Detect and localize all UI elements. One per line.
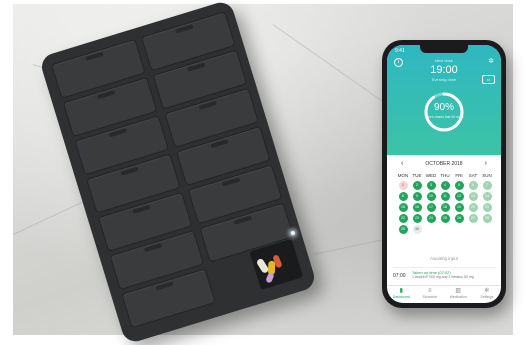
- compartment-grip: [120, 166, 139, 176]
- dose-entry[interactable]: 07:00 Taken on time (07:02) 1 Aspirin® 5…: [393, 267, 497, 284]
- calendar-day-empty: [455, 225, 464, 234]
- compartment-grip: [97, 90, 116, 100]
- calendar-day-empty: [483, 225, 492, 234]
- tab-bar: ▮ Dashboard ≡ Schedule ▥ Medication ✲ Settings: [387, 285, 501, 303]
- compartment-grip: [233, 215, 253, 225]
- compartment-grip: [132, 204, 151, 214]
- calendar-day[interactable]: 23: [412, 214, 422, 223]
- next-dose-label: Next dose: [434, 58, 453, 63]
- calendar-day-empty: [469, 225, 478, 234]
- calendar-day[interactable]: 24: [426, 214, 436, 223]
- weekday-label: FRI: [455, 173, 463, 178]
- compartment-grip: [222, 177, 241, 187]
- calendar-day[interactable]: 16: [412, 203, 422, 212]
- tab-label: Settings: [480, 295, 494, 299]
- weekday-label: SUN: [482, 173, 492, 178]
- weekday-header: MON TUE WED THU FRI SAT SUN: [397, 173, 493, 180]
- calendar-day[interactable]: 4: [440, 181, 450, 190]
- status-time: 9:41: [395, 48, 405, 54]
- compartment-grip: [108, 128, 128, 138]
- compartment-grip: [85, 51, 104, 61]
- compartment-grip: [198, 100, 218, 110]
- calendar-day[interactable]: 30: [412, 225, 422, 234]
- calendar-day[interactable]: 8: [398, 192, 408, 201]
- compartment-grip: [210, 139, 229, 149]
- pill-icon: ▥: [455, 288, 462, 294]
- weekday-label: WED: [425, 173, 437, 178]
- dose-entry-time: 07:00: [393, 273, 406, 279]
- list-icon: ≡: [427, 288, 432, 294]
- app-header: 9:41 i ✲ Next dose 19:00 Evening dose ▭ …: [387, 45, 501, 155]
- medication-chip-icon[interactable]: ▭: [482, 75, 495, 84]
- calendar-day[interactable]: 25: [440, 214, 450, 223]
- calendar-day[interactable]: 7: [482, 181, 492, 190]
- calendar-day[interactable]: 10: [426, 192, 436, 201]
- tab-settings[interactable]: ✲ Settings: [475, 288, 499, 299]
- tab-label: Medication: [449, 295, 467, 299]
- compartment-grip: [175, 24, 194, 34]
- calendar-day[interactable]: 11: [440, 192, 450, 201]
- calendar-day[interactable]: 19: [454, 203, 464, 212]
- adherence-percent: 90%: [433, 102, 454, 113]
- calendar-day[interactable]: 15: [398, 203, 408, 212]
- calendar-day[interactable]: 12: [454, 192, 464, 201]
- calendar-day[interactable]: 2: [412, 181, 422, 190]
- tab-label: Dashboard: [392, 295, 410, 299]
- calendar-week-row: 22 23 24 25 26 27 28: [397, 214, 493, 225]
- upcoming-label: Awaiting input: [430, 256, 458, 261]
- phone-notch: [420, 45, 468, 53]
- calendar-day[interactable]: 22: [398, 214, 408, 223]
- adherence-subtitle: Taken doses last 30 days: [424, 115, 464, 119]
- calendar-day[interactable]: 3: [426, 181, 436, 190]
- app-screen: 9:41 i ✲ Next dose 19:00 Evening dose ▭ …: [387, 45, 501, 303]
- calendar-day[interactable]: 26: [454, 214, 464, 223]
- calendar-day[interactable]: 29: [398, 225, 408, 234]
- tab-medication[interactable]: ▥ Medication: [446, 288, 470, 299]
- calendar-week-row: 8 9 10 11 12 13 14: [397, 192, 493, 203]
- compartment-grip: [155, 281, 174, 291]
- month-navigation: ‹ OCTOBER 2018 ›: [387, 159, 501, 169]
- tab-schedule[interactable]: ≡ Schedule: [418, 288, 442, 299]
- calendar-grid: 1 2 3 4 5 6 7 8 9 10 11 12 13 14 15 16 17 18 19 20 21 22 23 24 2…: [397, 181, 493, 236]
- calendar-day-empty: [441, 225, 450, 234]
- smartphone: 9:41 i ✲ Next dose 19:00 Evening dose ▭ …: [382, 40, 506, 308]
- calendar-day[interactable]: 9: [412, 192, 422, 201]
- weekday-label: MON: [397, 173, 409, 178]
- calendar-day[interactable]: 17: [426, 203, 436, 212]
- calendar-day-empty: [427, 225, 436, 234]
- tab-label: Schedule: [422, 295, 438, 299]
- tab-dashboard[interactable]: ▮ Dashboard: [389, 288, 413, 299]
- chevron-right-icon[interactable]: ›: [485, 159, 487, 168]
- calendar-day[interactable]: 13: [468, 192, 478, 201]
- calendar-day[interactable]: 27: [468, 214, 478, 223]
- calendar-day[interactable]: 18: [440, 203, 450, 212]
- weekday-label: TUE: [412, 173, 422, 178]
- calendar-day[interactable]: 6: [468, 181, 478, 190]
- calendar-day[interactable]: 28: [482, 214, 492, 223]
- calendar-day[interactable]: 20: [468, 203, 478, 212]
- compartment-grip: [186, 62, 206, 72]
- calendar-week-row: 1234567: [397, 181, 493, 192]
- dose-entry-description: 1 Aspirin® 500 mg and 2 Betaloc 50 mg: [412, 275, 474, 279]
- weekday-label: THU: [440, 173, 450, 178]
- chart-icon: ▮: [399, 288, 403, 294]
- compartment-grip: [143, 243, 163, 253]
- calendar-day[interactable]: 1: [398, 181, 408, 190]
- gear-icon: ✲: [484, 288, 490, 294]
- weekday-label: SAT: [468, 173, 478, 178]
- calendar-day[interactable]: 5: [454, 181, 464, 190]
- calendar-day[interactable]: 21: [482, 203, 492, 212]
- status-led: [290, 230, 296, 236]
- calendar-day[interactable]: 14: [482, 192, 492, 201]
- calendar-week-row: 29 30: [397, 225, 493, 236]
- calendar-week-row: 15 16 17 18 19 20 21: [397, 203, 493, 214]
